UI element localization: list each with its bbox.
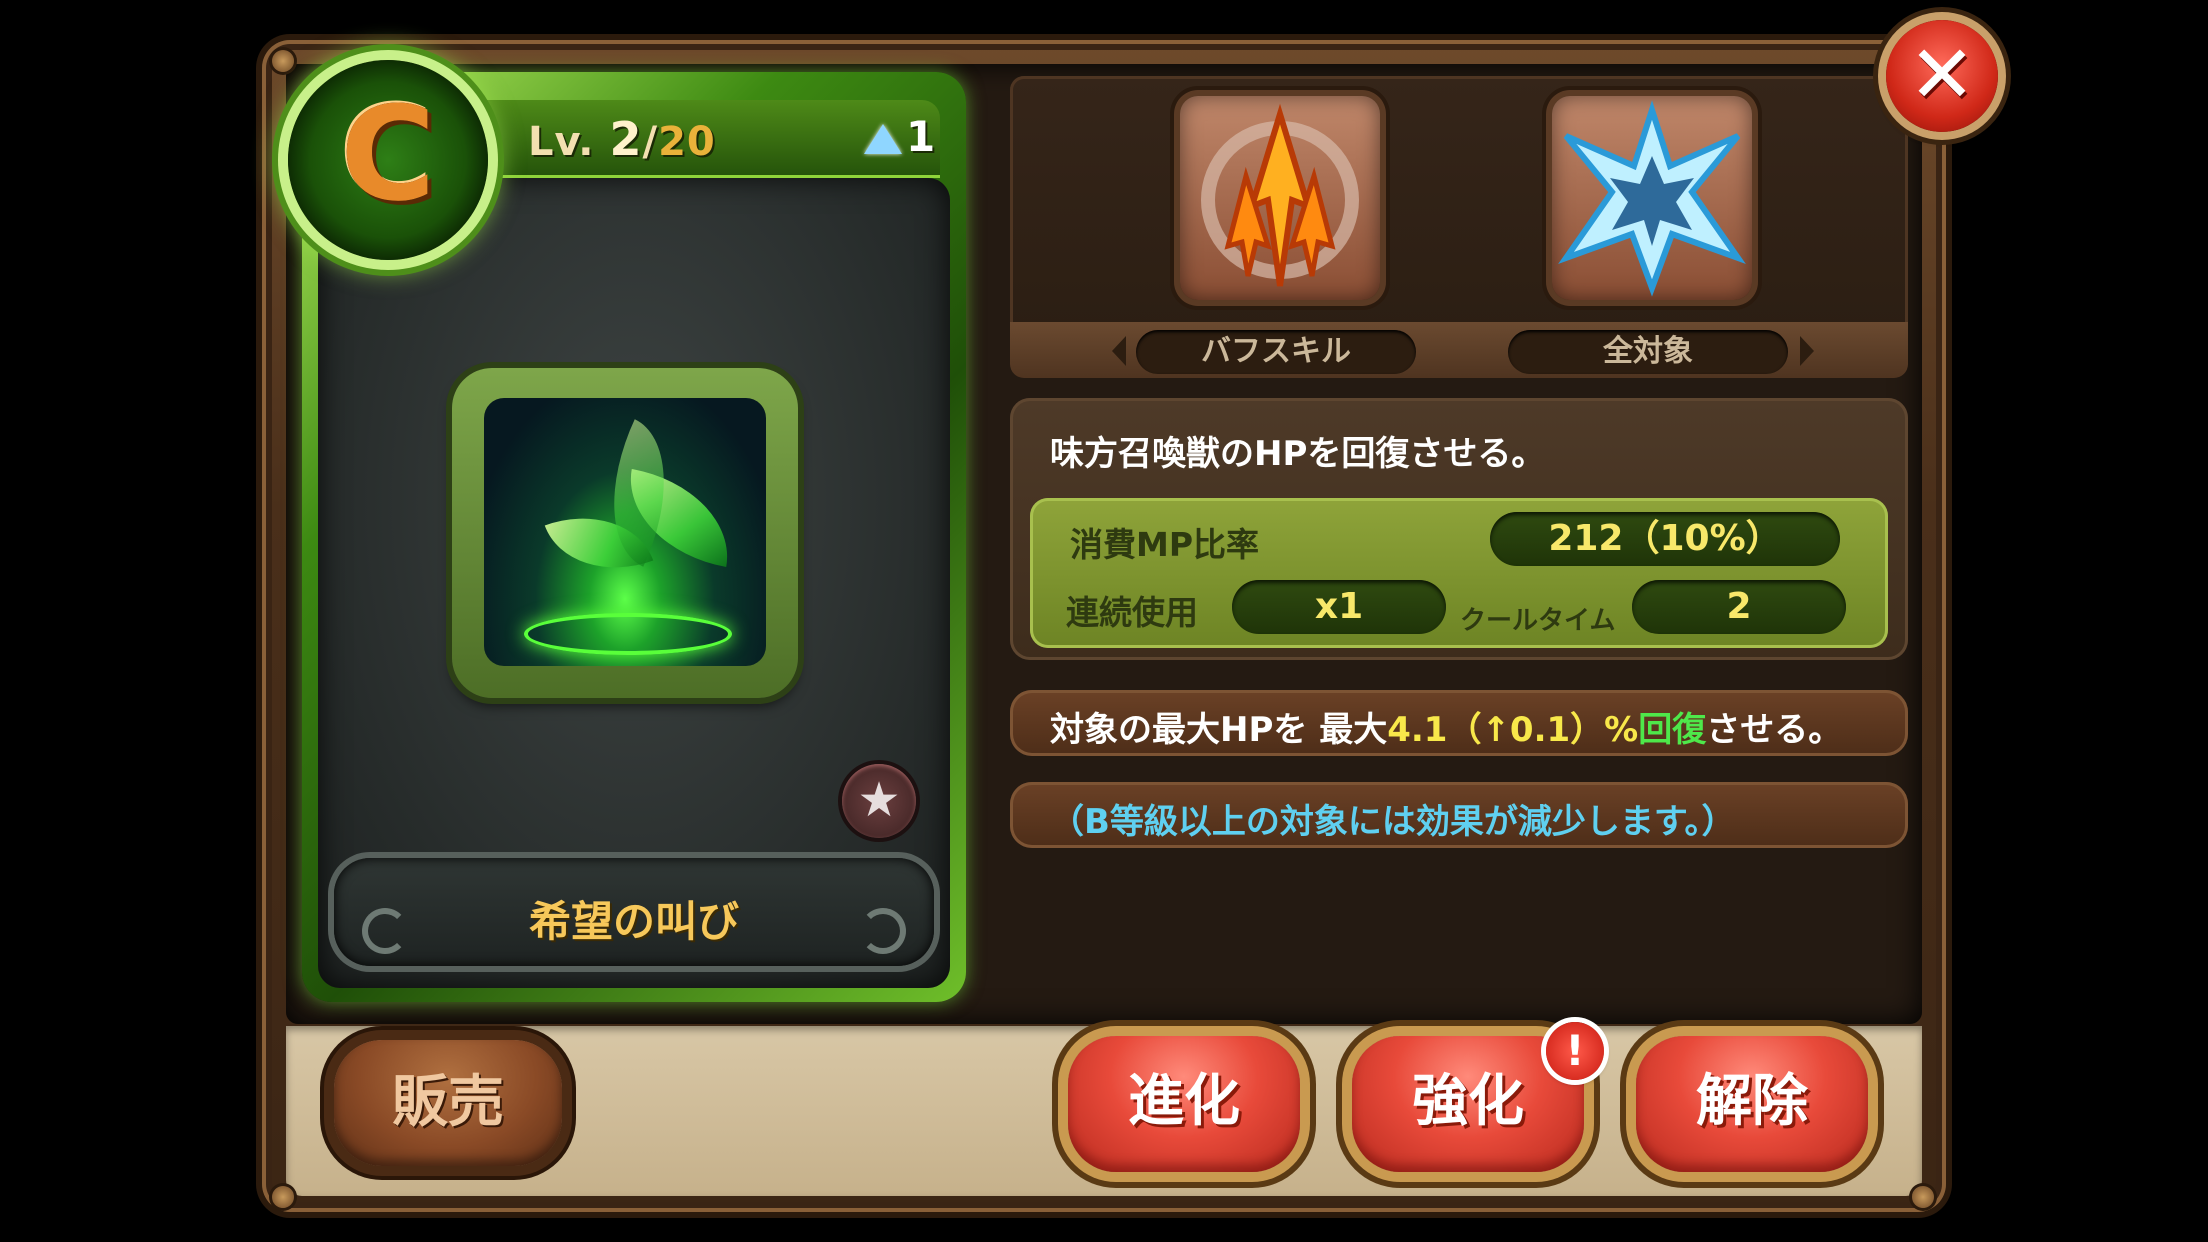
grade-letter: C [340, 78, 436, 230]
corner-rivet [272, 50, 294, 72]
effect-prefix: 対象の最大HPを 最大 [1050, 710, 1388, 750]
tab-skill-type[interactable]: バフスキル [1136, 330, 1416, 374]
skill-name: 希望の叫び [528, 897, 739, 946]
combo-use-value: x1 [1232, 580, 1446, 634]
level-prefix: Lv. [528, 119, 595, 165]
sell-button[interactable]: 販売 [334, 1040, 562, 1166]
favorite-star-button[interactable]: ★ [842, 764, 916, 838]
level-max: 20 [658, 119, 716, 165]
cooldown-label: クールタイム [1460, 606, 1616, 636]
tab-left-arrow-icon[interactable] [1112, 336, 1126, 366]
effect-heal-word: 回復 [1638, 710, 1707, 750]
release-button[interactable]: 解除 [1636, 1036, 1868, 1172]
corner-rivet [272, 1186, 294, 1208]
awakening-triangle-icon [864, 124, 902, 154]
corner-rivet [1912, 1186, 1934, 1208]
close-button[interactable]: ✕ [1886, 20, 1998, 132]
level-current: 2 [609, 112, 643, 166]
mp-cost-value: 212（10%） [1490, 512, 1840, 566]
tab-skill-target[interactable]: 全対象 [1508, 330, 1788, 374]
tab-right-arrow-icon[interactable] [1800, 336, 1814, 366]
cooldown-value: 2 [1632, 580, 1846, 634]
level-display: Lv. 2/20 [528, 112, 716, 166]
effect-suffix: させる。 [1706, 710, 1843, 750]
buff-arrow-icon [1180, 96, 1380, 300]
awakening-count: 1 [906, 112, 936, 161]
grade-reduction-note: （B等級以上の対象には効果が減少します。） [1050, 802, 1736, 842]
effect-amount: 4.1（↑0.1） [1387, 710, 1605, 750]
effect-text: 対象の最大HPを 最大4.1（↑0.1）%回復させる。 [1050, 702, 1842, 751]
enhance-alert-icon: ! [1546, 1022, 1604, 1080]
effect-percent: % [1604, 710, 1639, 750]
combo-use-label: 連続使用 [1066, 593, 1198, 632]
all-target-burst-icon [1552, 96, 1752, 300]
evolve-button[interactable]: 進化 [1068, 1036, 1300, 1172]
level-separator: / [642, 119, 659, 165]
skill-art-sprout-icon [484, 398, 766, 666]
skill-summary: 味方召喚獣のHPを回復させる。 [1050, 434, 1546, 474]
mp-cost-label: 消費MP比率 [1070, 525, 1260, 564]
